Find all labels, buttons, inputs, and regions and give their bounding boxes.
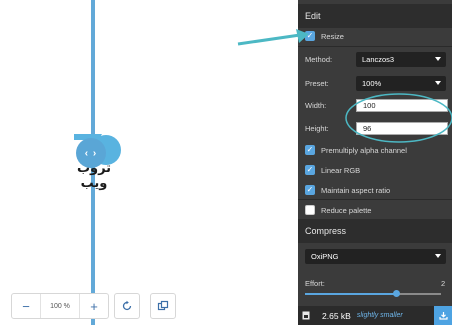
aspect-ratio-toggle[interactable]: ✓ Maintain aspect ratio xyxy=(298,184,452,196)
result-bar: 2.65 kB slightly smaller xyxy=(298,306,452,325)
chevron-down-icon xyxy=(435,81,441,85)
linear-rgb-checkbox[interactable]: ✓ xyxy=(305,165,315,175)
download-button[interactable] xyxy=(434,306,452,325)
height-input[interactable]: 96 xyxy=(356,122,448,135)
preset-value: 100% xyxy=(362,79,382,88)
aspect-ratio-checkbox[interactable]: ✓ xyxy=(305,185,315,195)
premultiply-checkbox[interactable]: ✓ xyxy=(305,145,315,155)
result-size: 2.65 kB xyxy=(322,310,351,321)
options-panel: Edit ✓ Resize Method: Lanczos3 Preset: 1… xyxy=(298,0,452,325)
resize-toggle[interactable]: ✓ Resize xyxy=(298,30,452,42)
reduce-palette-label: Reduce palette xyxy=(321,205,372,215)
compress-section-title: Compress xyxy=(298,219,452,243)
effort-value: 2 xyxy=(441,279,446,288)
logo-text: تروب ويب xyxy=(76,161,112,191)
preset-select[interactable]: 100% xyxy=(356,76,446,91)
zoom-controls: − 100 % + xyxy=(11,293,109,319)
width-input[interactable]: 100 xyxy=(356,99,448,112)
zoom-in-button[interactable]: + xyxy=(80,294,108,318)
reduce-palette-toggle[interactable]: Reduce palette xyxy=(298,204,452,216)
linear-rgb-label: Linear RGB xyxy=(321,165,361,175)
rotate-button[interactable] xyxy=(114,293,140,319)
zoom-out-button[interactable]: − xyxy=(12,294,40,318)
aspect-ratio-label: Maintain aspect ratio xyxy=(321,185,391,195)
premultiply-label: Premultiply alpha channel xyxy=(321,145,407,155)
file-icon xyxy=(298,306,314,325)
result-size-note: slightly smaller xyxy=(356,312,403,319)
edit-section-title: Edit xyxy=(298,4,452,28)
codec-value: OxiPNG xyxy=(311,252,339,261)
effort-row: Effort: xyxy=(298,278,452,288)
chevron-down-icon xyxy=(435,57,441,61)
resize-checkbox[interactable]: ✓ xyxy=(305,31,315,41)
rotate-icon xyxy=(122,300,132,311)
preview-canvas[interactable]: ‹ › تروب ويب − 100 % + xyxy=(0,0,298,325)
background-toggle-icon xyxy=(157,300,169,311)
method-value: Lanczos3 xyxy=(362,55,395,64)
resize-label: Resize xyxy=(321,31,344,41)
background-toggle-button[interactable] xyxy=(150,293,176,319)
zoom-level-input[interactable]: 100 % xyxy=(40,294,80,318)
divider-handle-arrows-icon: ‹ › xyxy=(84,147,98,159)
effort-label: Effort: xyxy=(305,278,325,288)
height-label: Height: xyxy=(305,124,329,133)
divider xyxy=(298,46,452,47)
divider xyxy=(298,199,452,200)
effort-slider-fill xyxy=(305,293,397,295)
chevron-down-icon xyxy=(435,254,441,258)
effort-slider-thumb[interactable] xyxy=(393,290,401,297)
codec-select[interactable]: OxiPNG xyxy=(305,249,446,264)
reduce-palette-checkbox[interactable] xyxy=(305,205,315,215)
method-label: Method: xyxy=(305,55,333,64)
width-label: Width: xyxy=(305,101,327,110)
preset-label: Preset: xyxy=(305,79,329,88)
linear-rgb-toggle[interactable]: ✓ Linear RGB xyxy=(298,164,452,176)
effort-slider[interactable] xyxy=(305,290,441,297)
method-select[interactable]: Lanczos3 xyxy=(356,52,446,67)
download-icon xyxy=(438,312,448,320)
premultiply-toggle[interactable]: ✓ Premultiply alpha channel xyxy=(298,144,452,156)
